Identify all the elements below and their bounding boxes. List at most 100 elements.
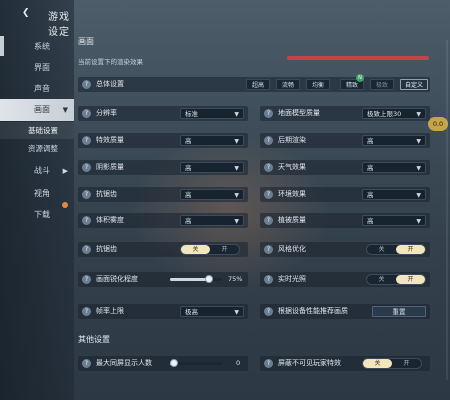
sidebar-subitem-basic[interactable]: 基础设置 (0, 122, 74, 139)
max-players-value: 0 (236, 359, 241, 367)
help-icon[interactable]: ? (264, 245, 273, 254)
sidebar-item-interface[interactable]: 界面 (0, 57, 74, 79)
setting-row: ? 根据设备性能推荐画质 重置 (260, 304, 430, 319)
chevron-down-icon: ▼ (62, 106, 68, 114)
setting-label: 最大同屏显示人数 (96, 359, 152, 367)
setting-label: 抗锯齿 (96, 190, 117, 198)
help-icon[interactable]: ? (82, 245, 91, 254)
sidebar-subitem-label: 基础设置 (28, 126, 58, 135)
help-icon[interactable]: ? (264, 136, 273, 145)
select-value: 高 (367, 217, 374, 225)
antialias-select[interactable]: 高 ▼ (180, 189, 244, 200)
toggle-option-off[interactable]: 关 (363, 359, 392, 368)
preset-option-3[interactable]: 均衡 (306, 79, 330, 90)
back-arrow-icon[interactable]: ❮ (22, 8, 30, 18)
fog-select[interactable]: 高 ▼ (180, 215, 244, 226)
sidebar-subitem-resources[interactable]: 资源调整 (0, 140, 74, 157)
model-quality-select[interactable]: 极致上限30 ▼ (362, 108, 426, 119)
chevron-down-icon: ▼ (416, 138, 421, 145)
hide-players-toggle[interactable]: 关 开 (362, 358, 422, 369)
chevron-down-icon: ▼ (234, 218, 239, 225)
style-toggle[interactable]: 关 开 (366, 244, 426, 255)
toggle-option-on[interactable]: 开 (396, 275, 425, 284)
scrollbar[interactable] (446, 40, 448, 380)
help-icon[interactable]: ? (264, 163, 273, 172)
toggle-option-on[interactable]: 开 (392, 359, 421, 368)
weather-select[interactable]: 高 ▼ (362, 162, 426, 173)
help-icon[interactable]: ? (82, 109, 91, 118)
help-icon[interactable]: ? (82, 359, 91, 368)
shadow-select[interactable]: 高 ▼ (180, 162, 244, 173)
fps-select[interactable]: 极高 ▼ (180, 306, 244, 317)
section-title-other: 其他设置 (78, 335, 110, 344)
sharpness-slider[interactable] (170, 275, 222, 283)
chevron-right-icon: ▶ (62, 167, 68, 175)
realtime-toggle[interactable]: 关 开 (366, 274, 426, 285)
slider-handle[interactable] (205, 275, 213, 283)
chevron-down-icon: ▼ (234, 111, 239, 118)
preset-option-custom[interactable]: 自定义 (400, 79, 428, 90)
setting-label: 后期渲染 (278, 136, 306, 144)
antialias-toggle[interactable]: 关 开 (180, 244, 240, 255)
sidebar-item-graphics[interactable]: 画面 ▼ (0, 99, 74, 121)
setting-label: 特效质量 (96, 136, 124, 144)
help-icon[interactable]: ? (82, 216, 91, 225)
chevron-down-icon: ▼ (234, 138, 239, 145)
setting-label: 阴影质量 (96, 163, 124, 171)
resolution-select[interactable]: 标准 ▼ (180, 108, 244, 119)
help-icon[interactable]: ? (264, 275, 273, 284)
help-icon[interactable]: ? (264, 307, 273, 316)
select-value: 高 (185, 191, 192, 199)
help-icon[interactable]: ? (82, 190, 91, 199)
chevron-down-icon: ▼ (234, 192, 239, 199)
setting-row: ? 体积雾度 高 ▼ (78, 213, 248, 228)
setting-row: ? 天气效果 高 ▼ (260, 160, 430, 175)
help-icon[interactable]: ? (82, 275, 91, 284)
effects-select[interactable]: 高 ▼ (180, 135, 244, 146)
max-players-slider[interactable] (170, 359, 222, 367)
setting-label: 风格优化 (278, 245, 306, 253)
help-icon[interactable]: ? (264, 359, 273, 368)
setting-label: 体积雾度 (96, 216, 124, 224)
setting-label: 抗锯齿 (96, 245, 117, 253)
sidebar-item-sound[interactable]: 声音 (0, 78, 74, 100)
help-icon[interactable]: ? (82, 80, 91, 89)
toggle-option-on[interactable]: 开 (396, 245, 425, 254)
chevron-down-icon: ▼ (416, 192, 421, 199)
setting-row: ? 实时光照 关 开 (260, 272, 430, 287)
help-icon[interactable]: ? (82, 307, 91, 316)
environment-select[interactable]: 高 ▼ (362, 189, 426, 200)
vegetation-select[interactable]: 高 ▼ (362, 215, 426, 226)
new-badge: N (356, 74, 364, 82)
sidebar-item-system[interactable]: 系统 (0, 36, 74, 58)
setting-row: ? 帧率上限 极高 ▼ (78, 304, 248, 319)
setting-label: 分辨率 (96, 109, 117, 117)
toggle-option-off[interactable]: 关 (367, 275, 396, 284)
sidebar-item-label: 系统 (34, 42, 50, 51)
toggle-option-off[interactable]: 关 (367, 245, 396, 254)
help-icon[interactable]: ? (82, 163, 91, 172)
post-processing-select[interactable]: 高 ▼ (362, 135, 426, 146)
setting-row: ? 地面模型质量 极致上限30 ▼ (260, 106, 430, 121)
preset-option-2[interactable]: 流畅 (276, 79, 300, 90)
select-value: 高 (367, 191, 374, 199)
help-icon[interactable]: ? (264, 216, 273, 225)
red-indicator-bar (287, 56, 429, 60)
help-icon[interactable]: ? (82, 136, 91, 145)
setting-label: 画面锐化程度 (96, 275, 138, 283)
preset-option-1[interactable]: 超高 (246, 79, 270, 90)
help-icon[interactable]: ? (264, 109, 273, 118)
help-icon[interactable]: ? (264, 190, 273, 199)
chevron-down-icon: ▼ (416, 218, 421, 225)
select-value: 高 (185, 217, 192, 225)
setting-label: 屏蔽不可见玩家特效 (278, 359, 341, 367)
slider-handle[interactable] (170, 359, 178, 367)
select-value: 高 (367, 164, 374, 172)
value-badge: 0.0 (428, 117, 448, 131)
reset-button[interactable]: 重置 (372, 306, 426, 317)
section-note: 当前设置下的渲染效果 (78, 58, 143, 66)
preset-option-5[interactable]: 极致 (370, 79, 394, 90)
sidebar-item-combat[interactable]: 战斗 ▶ (0, 160, 74, 182)
toggle-option-off[interactable]: 关 (181, 245, 210, 254)
toggle-option-on[interactable]: 开 (210, 245, 239, 254)
